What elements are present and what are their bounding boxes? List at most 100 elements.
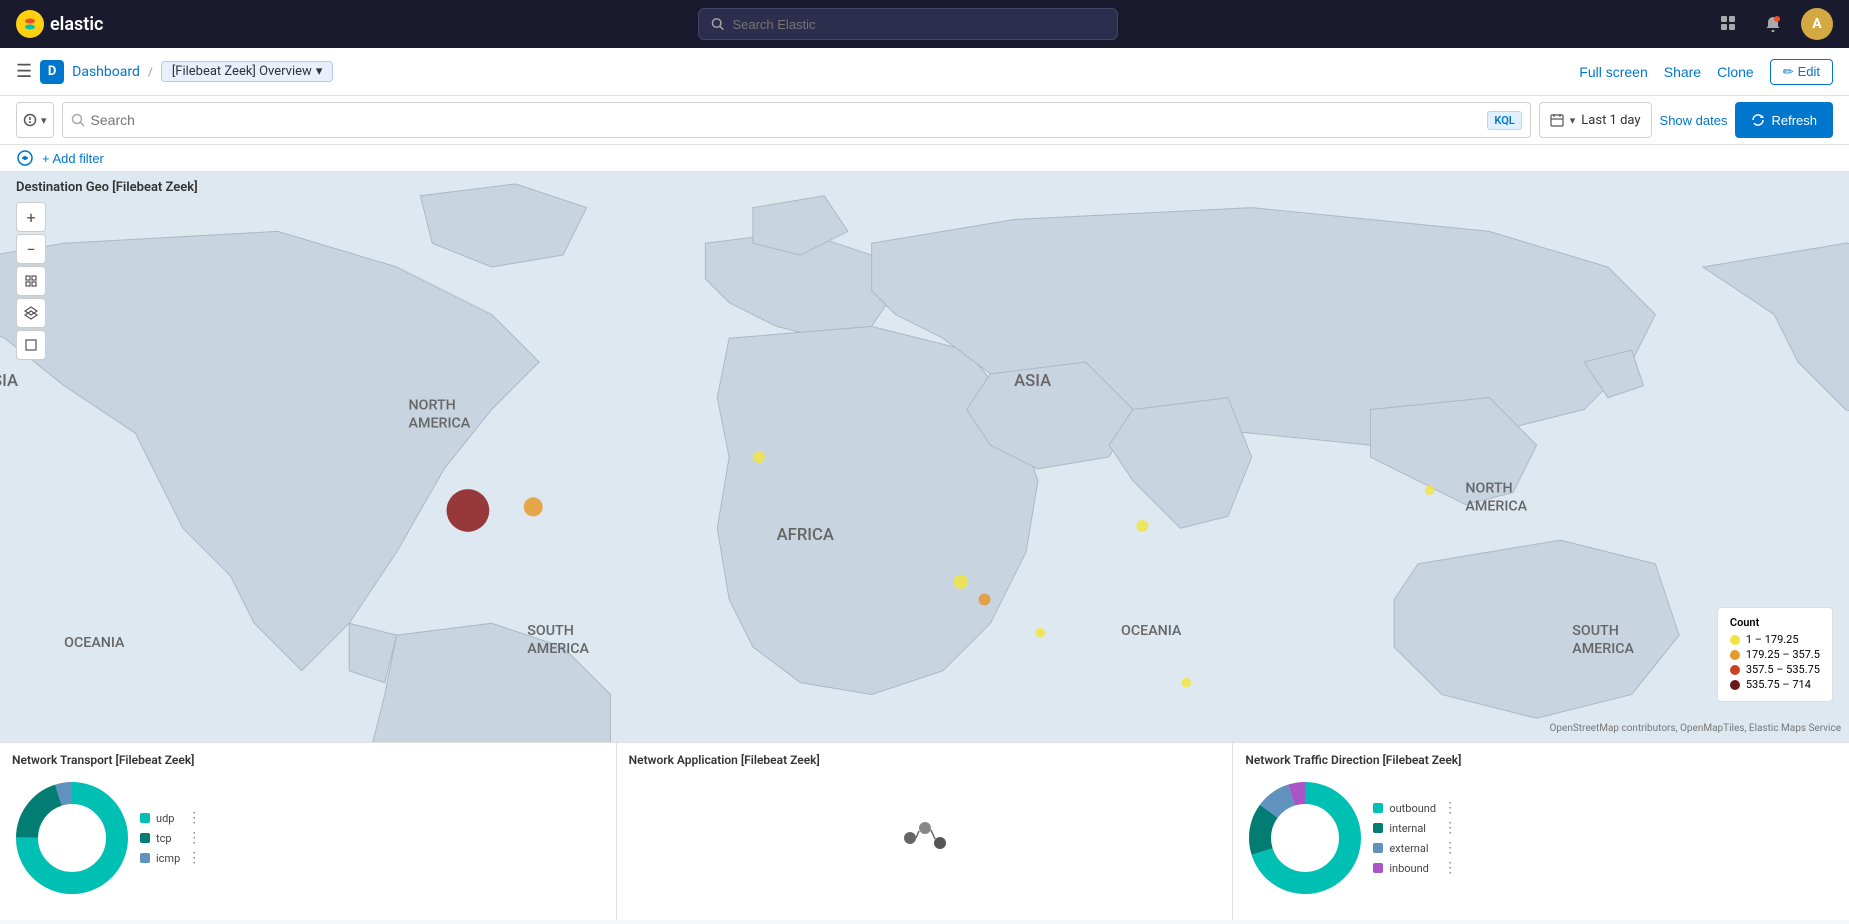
zoom-out-button[interactable]: − [16,234,46,264]
transport-legend-icmp: icmp ⋮ [140,850,202,866]
traffic-direction-donut-svg [1245,778,1365,898]
transport-chart-panel: Network Transport [Filebeat Zeek] [0,743,617,920]
select-button[interactable] [16,330,46,360]
global-search-input[interactable] [732,17,1105,32]
breadcrumb-right: Full screen Share Clone ✏ Edit [1579,59,1833,85]
kql-badge[interactable]: KQL [1487,111,1521,130]
outbound-more-btn[interactable]: ⋮ [1442,800,1458,816]
asia-label: ASIA [1014,372,1051,391]
time-picker[interactable]: ▾ Last 1 day [1539,102,1652,138]
elastic-logo[interactable]: elastic [16,10,103,38]
tcp-more-btn[interactable]: ⋮ [186,830,202,846]
inbound-more-btn[interactable]: ⋮ [1442,860,1458,876]
refresh-icon [1751,113,1765,127]
grid-icon-btn[interactable] [1713,8,1745,40]
bell-icon-btn[interactable] [1757,8,1789,40]
icmp-more-btn[interactable]: ⋮ [186,850,202,866]
fit-bounds-button[interactable] [16,266,46,296]
traffic-direction-chart-panel: Network Traffic Direction [Filebeat Zeek… [1233,743,1849,920]
legend-dot-4 [1730,680,1740,690]
breadcrumb-dashboard[interactable]: Dashboard [72,64,140,80]
legend-title: Count [1730,616,1820,629]
map-marker-small-3 [979,594,991,606]
internal-label: internal [1389,822,1426,835]
external-color [1373,843,1383,853]
elastic-logo-icon [16,10,44,38]
clone-button[interactable]: Clone [1717,64,1754,80]
africa-label: AFRICA [777,526,834,545]
fit-icon [24,274,38,288]
legend-label-4: 535.75 – 714 [1746,678,1811,691]
global-search-bar[interactable] [698,8,1118,40]
search-filter-input[interactable] [91,112,1482,128]
breadcrumb-chevron-icon[interactable]: ▾ [316,64,323,79]
share-button[interactable]: Share [1664,64,1701,80]
filter-bar: ▾ KQL ▾ Last 1 day Show dates Refres [0,96,1849,145]
traffic-direction-chart-title: Network Traffic Direction [Filebeat Zeek… [1245,753,1837,767]
calendar-icon [1550,113,1564,127]
map-marker-medium [524,497,543,516]
legend-label-1: 1 – 179.25 [1746,633,1799,646]
inbound-label: inbound [1389,862,1429,875]
chevron-icon-small2: ▾ [1570,114,1576,127]
udp-color [140,813,150,823]
layer-button[interactable] [16,298,46,328]
filter-type-icon [23,113,37,127]
traffic-legend-internal: internal ⋮ [1373,820,1458,836]
south-america-label-right2: AMERICA [1572,641,1634,657]
edit-button[interactable]: ✏ Edit [1770,59,1833,85]
top-navigation: elastic A [0,0,1849,48]
south-america-label: SOUTH [527,623,574,639]
legend-dot-1 [1730,635,1740,645]
tcp-color [140,833,150,843]
traffic-direction-chart-content: outbound ⋮ internal ⋮ external ⋮ [1245,773,1837,903]
oceania-label-left: OCEANIA [64,635,125,651]
search-filter-input-container: KQL [62,102,1531,138]
show-dates-button[interactable]: Show dates [1660,113,1728,128]
transport-legend-tcp: tcp ⋮ [140,830,202,846]
internal-more-btn[interactable]: ⋮ [1442,820,1458,836]
legend-item-1: 1 – 179.25 [1730,633,1820,646]
fullscreen-button[interactable]: Full screen [1579,64,1647,80]
traffic-legend-inbound: inbound ⋮ [1373,860,1458,876]
asia-label-left: ASIA [0,372,18,391]
user-avatar[interactable]: A [1801,8,1833,40]
breadcrumb-current-label: [Filebeat Zeek] Overview [172,64,312,79]
south-america-label-right: SOUTH [1572,623,1619,639]
elastic-logo-text: elastic [50,14,103,35]
legend-label-2: 179.25 – 357.5 [1746,648,1820,661]
map-marker-small-4 [1036,628,1046,638]
map-marker-small-6 [1425,486,1435,496]
hamburger-icon[interactable]: ☰ [16,61,32,82]
map-attribution: OpenStreetMap contributors, OpenMapTiles… [1550,723,1841,734]
external-more-btn[interactable]: ⋮ [1442,840,1458,856]
outbound-color [1373,803,1383,813]
layer-icon [24,306,38,320]
refresh-button[interactable]: Refresh [1735,102,1833,138]
transport-chart-title: Network Transport [Filebeat Zeek] [12,753,604,767]
application-chart-title: Network Application [Filebeat Zeek] [629,753,1221,767]
world-map: ASIA NORTH AMERICA SOUTH AMERICA AFRICA … [0,172,1849,742]
zoom-in-button[interactable]: + [16,202,46,232]
oceania-label: OCEANIA [1121,623,1182,639]
search-type-selector[interactable]: ▾ [16,102,54,138]
map-marker-small-7 [1182,678,1192,688]
transport-legend-udp: udp ⋮ [140,810,202,826]
transport-legend: udp ⋮ tcp ⋮ icmp ⋮ [140,810,202,866]
filter-icon[interactable] [16,149,34,167]
inbound-color [1373,863,1383,873]
legend-item-2: 179.25 – 357.5 [1730,648,1820,661]
breadcrumb-bar: ☰ D Dashboard / [Filebeat Zeek] Overview… [0,48,1849,96]
legend-item-3: 357.5 – 535.75 [1730,663,1820,676]
udp-more-btn[interactable]: ⋮ [186,810,202,826]
zeek-icon [895,813,955,863]
map-marker-small-2 [954,575,968,589]
add-filter-button[interactable]: + Add filter [42,151,104,166]
grid-icon [1720,15,1738,33]
search-bar-container [103,8,1713,40]
legend-item-4: 535.75 – 714 [1730,678,1820,691]
traffic-legend-external: external ⋮ [1373,840,1458,856]
charts-row: Network Transport [Filebeat Zeek] [0,742,1849,920]
tcp-label: tcp [156,832,172,845]
nav-left: elastic [16,10,103,38]
